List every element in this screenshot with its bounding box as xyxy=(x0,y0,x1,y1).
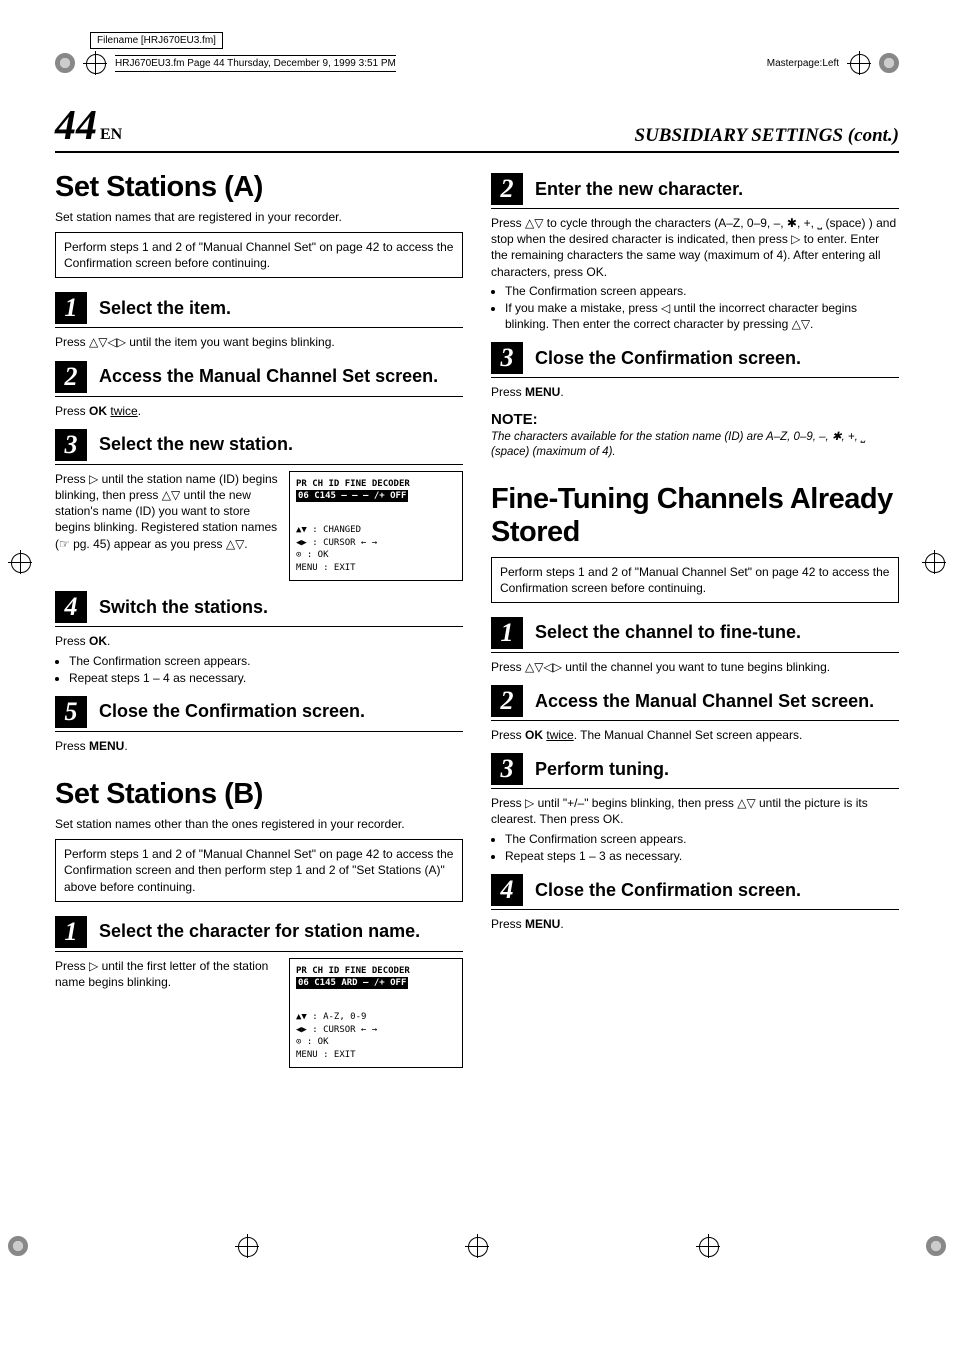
step-body: Press △▽◁▷ until the item you want begin… xyxy=(55,334,463,350)
list-item: The Confirmation screen appears. xyxy=(505,283,899,299)
step-number: 3 xyxy=(491,342,523,374)
crop-mark-icon xyxy=(8,550,32,574)
section-b-intro: Set station names other than the ones re… xyxy=(55,817,463,831)
step: 4 Switch the stations. Press OK. The Con… xyxy=(55,591,463,686)
topbar: HRJ670EU3.fm Page 44 Thursday, December … xyxy=(55,51,899,75)
section-a-intro: Set station names that are registered in… xyxy=(55,210,463,224)
page-suffix: EN xyxy=(100,126,122,143)
page-number: 44 xyxy=(55,103,97,149)
step: 2 Access the Manual Channel Set screen. … xyxy=(491,685,899,743)
crop-circle-icon xyxy=(879,53,899,73)
step-number: 3 xyxy=(55,429,87,461)
step-body: Press MENU. xyxy=(55,738,463,754)
step-body: Press OK twice. xyxy=(55,403,463,419)
step-number: 4 xyxy=(491,874,523,906)
crop-mark-icon xyxy=(83,51,107,75)
crop-mark-icon xyxy=(465,1234,489,1258)
step: 3 Select the new station. Press ▷ until … xyxy=(55,429,463,582)
step-body: Press △▽◁▷ until the channel you want to… xyxy=(491,659,899,675)
section-a-box: Perform steps 1 and 2 of "Manual Channel… xyxy=(55,232,463,278)
step-title: Select the new station. xyxy=(99,434,293,455)
step: 3 Close the Confirmation screen. Press M… xyxy=(491,342,899,400)
list-item: The Confirmation screen appears. xyxy=(69,653,463,669)
step-title: Access the Manual Channel Set screen. xyxy=(99,366,438,387)
step-title: Select the character for station name. xyxy=(99,921,420,942)
step: 2 Access the Manual Channel Set screen. … xyxy=(55,361,463,419)
fine-tuning-title: Fine-Tuning Channels Already Stored xyxy=(491,483,899,549)
step-body: Press MENU. xyxy=(491,916,899,932)
step-title: Close the Confirmation screen. xyxy=(99,701,365,722)
step-title: Perform tuning. xyxy=(535,759,669,780)
step: 5 Close the Confirmation screen. Press M… xyxy=(55,696,463,754)
step: 4 Close the Confirmation screen. Press M… xyxy=(491,874,899,932)
step-body: Press △▽ to cycle through the characters… xyxy=(491,215,899,332)
step-body: Press OK twice. The Manual Channel Set s… xyxy=(491,727,899,743)
step: 3 Perform tuning. Press ▷ until "+/–" be… xyxy=(491,753,899,864)
crop-mark-icon xyxy=(696,1234,720,1258)
step-body: Press ▷ until the station name (ID) begi… xyxy=(55,471,279,552)
crop-mark-icon xyxy=(922,550,946,574)
step-title: Switch the stations. xyxy=(99,597,268,618)
section-b-box: Perform steps 1 and 2 of "Manual Channel… xyxy=(55,839,463,902)
filename-box: Filename [HRJ670EU3.fm] xyxy=(90,32,223,49)
step-title: Access the Manual Channel Set screen. xyxy=(535,691,874,712)
list-item: Repeat steps 1 – 3 as necessary. xyxy=(505,848,899,864)
step-number: 2 xyxy=(55,361,87,393)
step-title: Close the Confirmation screen. xyxy=(535,880,801,901)
step-number: 4 xyxy=(55,591,87,623)
crop-circle-icon xyxy=(55,53,75,73)
step-number: 3 xyxy=(491,753,523,785)
section-a-title: Set Stations (A) xyxy=(55,171,463,204)
step-number: 1 xyxy=(491,617,523,649)
osd-screenshot: PR CH ID FINE DECODER 06 C145 ARD – /+ O… xyxy=(289,958,463,1069)
list-item: Repeat steps 1 – 4 as necessary. xyxy=(69,670,463,686)
step: 1 Select the item. Press △▽◁▷ until the … xyxy=(55,292,463,350)
crop-circle-icon xyxy=(8,1236,28,1256)
run-header: HRJ670EU3.fm Page 44 Thursday, December … xyxy=(115,58,396,69)
crop-mark-icon xyxy=(235,1234,259,1258)
step-body: Press ▷ until the first letter of the st… xyxy=(55,958,279,990)
step-body: Press OK. The Confirmation screen appear… xyxy=(55,633,463,686)
step-body: Press MENU. xyxy=(491,384,899,400)
note-heading: NOTE: xyxy=(491,411,899,428)
crop-mark-icon xyxy=(847,51,871,75)
section-b-title: Set Stations (B) xyxy=(55,778,463,811)
step-title: Select the channel to fine-tune. xyxy=(535,622,801,643)
step-number: 2 xyxy=(491,173,523,205)
fine-tuning-box: Perform steps 1 and 2 of "Manual Channel… xyxy=(491,557,899,603)
step-title: Select the item. xyxy=(99,298,231,319)
osd-screenshot: PR CH ID FINE DECODER 06 C145 — — – /+ O… xyxy=(289,471,463,582)
step-number: 1 xyxy=(55,292,87,324)
right-column: 2 Enter the new character. Press △▽ to c… xyxy=(491,163,899,1074)
step: 1 Select the channel to fine-tune. Press… xyxy=(491,617,899,675)
page-header: 44EN SUBSIDIARY SETTINGS (cont.) xyxy=(55,105,899,153)
step-title: Enter the new character. xyxy=(535,179,743,200)
left-column: Set Stations (A) Set station names that … xyxy=(55,163,463,1074)
list-item: The Confirmation screen appears. xyxy=(505,831,899,847)
note-body: The characters available for the station… xyxy=(491,430,899,461)
list-item: If you make a mistake, press ◁ until the… xyxy=(505,300,899,332)
step-number: 1 xyxy=(55,916,87,948)
step-body: Press ▷ until "+/–" begins blinking, the… xyxy=(491,795,899,864)
crop-circle-icon xyxy=(926,1236,946,1256)
masterpage-label: Masterpage:Left xyxy=(767,58,839,69)
step-number: 2 xyxy=(491,685,523,717)
step-title: Close the Confirmation screen. xyxy=(535,348,801,369)
step: 2 Enter the new character. Press △▽ to c… xyxy=(491,173,899,332)
step-number: 5 xyxy=(55,696,87,728)
step: 1 Select the character for station name.… xyxy=(55,916,463,1069)
running-title: SUBSIDIARY SETTINGS (cont.) xyxy=(635,125,899,147)
